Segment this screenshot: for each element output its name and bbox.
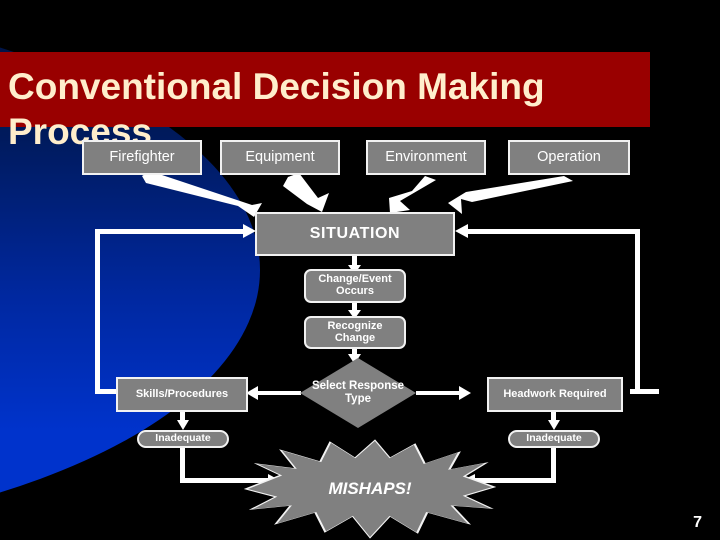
node-label: Environment [385,148,467,165]
node-label: Skills/Procedures [135,387,229,400]
node-label: Operation [537,148,601,165]
node-label: Firefighter [109,148,175,165]
node-label: Inadequate [526,432,582,445]
feedback-loop-right [455,224,659,394]
node-label: Recognize Change [327,319,383,344]
arrow-select-response-to-headwork [416,386,471,400]
page-number: 7 [693,514,702,531]
node-situation[interactable]: SITUATION [255,212,456,257]
arrow-environment-to-situation [389,176,436,213]
node-label: MISHAPS! [328,479,412,498]
node-select-response[interactable]: Select Response Type [298,356,418,430]
arrow-operation-to-situation [448,176,573,214]
node-label: Inadequate [155,432,211,445]
node-firefighter[interactable]: Firefighter [82,140,203,176]
node-headwork-required[interactable]: Headwork Required [487,377,624,413]
node-inadequate-left[interactable]: Inadequate [137,430,230,449]
node-label: Equipment [245,148,315,165]
arrow-select-response-to-skills [246,386,301,400]
node-label: Change/Event Occurs [318,273,392,297]
node-equipment[interactable]: Equipment [220,140,341,176]
node-operation[interactable]: Operation [508,140,631,176]
node-label: SITUATION [309,225,401,243]
node-label: Select Response Type [311,379,405,405]
node-skills-procedures[interactable]: Skills/Procedures [116,377,249,413]
arrow-skills-to-inadequate-left [177,411,189,430]
node-change-event[interactable]: Change/Event Occurs [304,269,407,304]
node-mishaps[interactable]: MISHAPS! [243,439,497,539]
node-inadequate-right[interactable]: Inadequate [508,430,601,449]
slide-canvas: Conventional Decision Making Process Fir… [0,0,720,540]
arrow-equipment-to-situation [283,173,329,212]
node-environment[interactable]: Environment [366,140,487,176]
arrow-headwork-to-inadequate-right [548,411,560,430]
node-recognize-change[interactable]: Recognize Change [304,316,407,350]
node-label: Headwork Required [503,387,607,400]
